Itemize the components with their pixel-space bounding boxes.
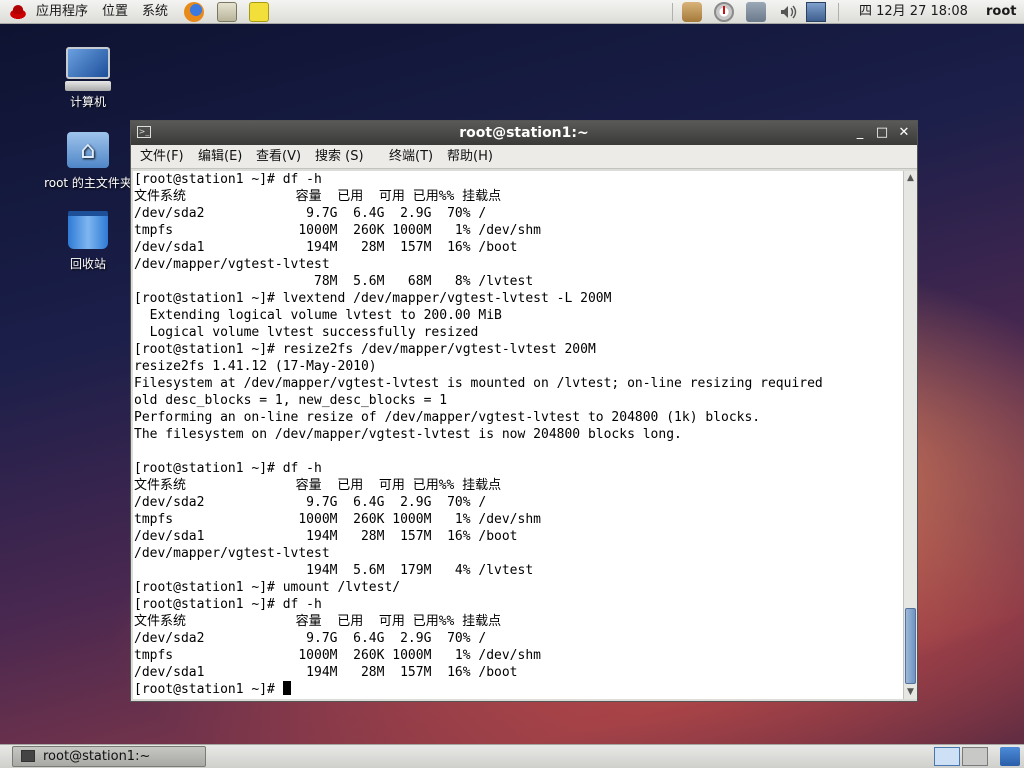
terminal-line: /dev/sda1 194M 28M 157M 16% /boot <box>134 665 518 680</box>
menu-terminal[interactable]: 终端(T) <box>389 145 433 169</box>
terminal-line: 文件系统 容量 已用 可用 已用%% 挂载点 <box>134 189 502 204</box>
terminal-window: >_ root@station1:~ _ □ ✕ 文件(F) 编辑(E) 查看(… <box>130 120 918 702</box>
terminal-line: 文件系统 容量 已用 可用 已用%% 挂载点 <box>134 478 502 493</box>
panel-separator <box>838 3 839 21</box>
desktop-icon-trash[interactable]: 回收站 <box>58 211 118 272</box>
scrollbar-thumb[interactable] <box>905 608 916 684</box>
terminal-line: /dev/sda2 9.7G 6.4G 2.9G 70% / <box>134 206 487 221</box>
maximize-button[interactable]: □ <box>873 124 891 142</box>
terminal-line: /dev/mapper/vgtest-lvtest <box>134 257 330 272</box>
terminal-line: /dev/mapper/vgtest-lvtest <box>134 546 330 561</box>
places-menu[interactable]: 位置 <box>102 0 128 24</box>
taskbar-label: root@station1:~ <box>43 749 151 764</box>
printer-icon[interactable] <box>746 2 766 22</box>
workspace-2[interactable] <box>962 747 988 766</box>
terminal-line: tmpfs 1000M 260K 1000M 1% /dev/shm <box>134 512 541 527</box>
menu-edit[interactable]: 编辑(E) <box>198 145 242 169</box>
terminal-line: tmpfs 1000M 260K 1000M 1% /dev/shm <box>134 648 541 663</box>
scroll-down-icon[interactable]: ▼ <box>904 685 917 699</box>
volume-icon[interactable] <box>778 2 798 22</box>
firefox-icon[interactable] <box>184 2 204 22</box>
terminal-cursor <box>282 681 291 695</box>
bottom-panel: root@station1:~ <box>0 744 1024 768</box>
terminal-line: Performing an on-line resize of /dev/map… <box>134 410 761 425</box>
terminal-line: /dev/sda1 194M 28M 157M 16% /boot <box>134 240 518 255</box>
terminal-line: [root@station1 ~]# df -h <box>134 597 322 612</box>
home-folder-icon <box>67 132 109 168</box>
applications-menu[interactable]: 应用程序 <box>36 0 88 24</box>
terminal-line: [root@station1 ~]# df -h <box>134 461 322 476</box>
vertical-scrollbar[interactable]: ▲ ▼ <box>903 171 917 699</box>
redhat-logo-icon[interactable] <box>6 3 30 21</box>
terminal-line: /dev/sda2 9.7G 6.4G 2.9G 70% / <box>134 495 487 510</box>
desktop-icon-home[interactable]: root 的主文件夹 <box>36 132 140 191</box>
terminal-line: /dev/sda1 194M 28M 157M 16% /boot <box>134 529 518 544</box>
terminal-line: [root@station1 ~]# df -h <box>134 172 322 187</box>
network-icon[interactable] <box>806 2 826 22</box>
terminal-line: old desc_blocks = 1, new_desc_blocks = 1 <box>134 393 448 408</box>
menubar: 文件(F) 编辑(E) 查看(V) 搜索 (S) 终端(T) 帮助(H) <box>131 145 917 169</box>
terminal-output: [root@station1 ~]# df -h 文件系统 容量 已用 可用 已用… <box>133 171 903 698</box>
terminal-line: The filesystem on /dev/mapper/vgtest-lvt… <box>134 427 682 442</box>
menu-view[interactable]: 查看(V) <box>256 145 301 169</box>
user-name[interactable]: root <box>986 0 1017 24</box>
computer-base <box>65 81 111 91</box>
clock-applet-icon[interactable] <box>714 2 734 22</box>
menu-search[interactable]: 搜索 (S) <box>315 145 364 169</box>
desktop-icon-computer[interactable]: 计算机 <box>58 47 118 110</box>
terminal-line: [root@station1 ~]# umount /lvtest/ <box>134 580 401 595</box>
terminal-line: 194M 5.6M 179M 4% /lvtest <box>134 563 534 578</box>
terminal-line: 78M 5.6M 68M 8% /lvtest <box>134 274 534 289</box>
desktop-icon-label: 计算机 <box>69 95 106 109</box>
terminal-line: Logical volume lvtest successfully resiz… <box>134 325 479 340</box>
terminal-line: 文件系统 容量 已用 可用 已用%% 挂载点 <box>134 614 502 629</box>
menu-help[interactable]: 帮助(H) <box>447 145 493 169</box>
taskbar-terminal-button[interactable]: root@station1:~ <box>12 746 206 767</box>
notes-icon[interactable] <box>249 2 269 22</box>
clock[interactable]: 四 12月 27 18:08 <box>859 0 968 24</box>
terminal-line: tmpfs 1000M 260K 1000M 1% /dev/shm <box>134 223 541 238</box>
terminal-prompt-line: [root@station1 ~]# <box>134 681 903 698</box>
terminal-line: Filesystem at /dev/mapper/vgtest-lvtest … <box>134 376 823 391</box>
terminal-area[interactable]: [root@station1 ~]# df -h 文件系统 容量 已用 可用 已用… <box>133 171 903 699</box>
software-update-icon[interactable] <box>682 2 702 22</box>
mail-icon[interactable] <box>217 2 237 22</box>
terminal-line: [root@station1 ~]# lvextend /dev/mapper/… <box>134 291 612 306</box>
minimize-button[interactable]: _ <box>851 124 869 142</box>
terminal-line: resize2fs 1.41.12 (17-May-2010) <box>134 359 377 374</box>
close-button[interactable]: ✕ <box>895 124 913 142</box>
titlebar[interactable]: >_ root@station1:~ _ □ ✕ <box>131 121 917 145</box>
terminal-icon <box>21 750 35 762</box>
system-menu[interactable]: 系统 <box>142 0 168 24</box>
desktop-icon-label: 回收站 <box>69 257 106 271</box>
scroll-up-icon[interactable]: ▲ <box>904 171 917 185</box>
desktop-icon-label: root 的主文件夹 <box>44 176 132 190</box>
terminal-line: [root@station1 ~]# resize2fs /dev/mapper… <box>134 342 596 357</box>
menu-file[interactable]: 文件(F) <box>140 145 184 169</box>
terminal-line: /dev/sda2 9.7G 6.4G 2.9G 70% / <box>134 631 487 646</box>
terminal-line: Extending logical volume lvtest to 200.0… <box>134 308 502 323</box>
trash-icon <box>68 211 108 249</box>
top-panel: 应用程序 位置 系统 四 12月 27 18:08 root <box>0 0 1024 24</box>
terminal-prompt: [root@station1 ~]# <box>134 682 283 697</box>
workspace-1[interactable] <box>934 747 960 766</box>
panel-separator <box>672 3 673 21</box>
computer-icon <box>66 47 110 79</box>
trash-applet-icon[interactable] <box>1000 747 1020 766</box>
window-title: root@station1:~ <box>459 125 589 141</box>
